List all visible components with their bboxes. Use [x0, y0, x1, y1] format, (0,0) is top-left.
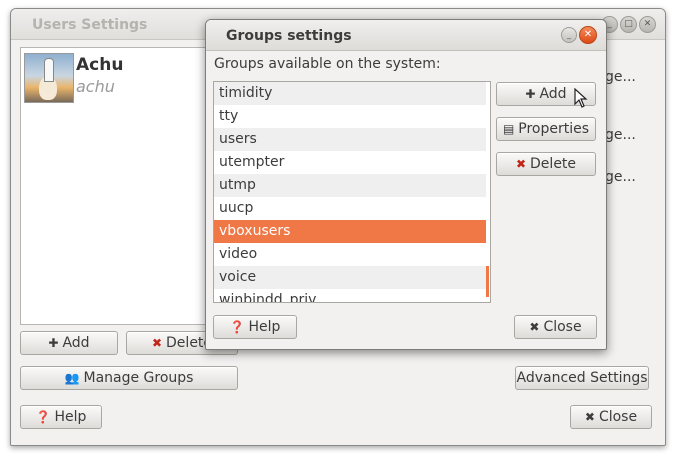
x-icon: ✖ [151, 336, 163, 350]
group-row[interactable]: uucp [214, 197, 486, 220]
groups-available-label: Groups available on the system: [214, 56, 441, 72]
maximize-icon[interactable]: □ [620, 16, 637, 33]
group-row[interactable]: winbindd_priv [214, 289, 486, 302]
groups-settings-dialog: Groups settings _ ✕ Groups available on … [205, 19, 607, 350]
group-row[interactable]: utempter [214, 151, 486, 174]
group-row[interactable]: voice [214, 266, 486, 289]
x-icon: ✖ [515, 157, 527, 171]
delete-group-button[interactable]: ✖ Delete [496, 152, 596, 176]
advanced-settings-button[interactable]: Advanced Settings [515, 366, 649, 390]
help-bubble-icon: ❓ [35, 410, 51, 424]
change-password-label[interactable]: ge... [605, 127, 636, 143]
users-window-title: Users Settings [32, 17, 148, 33]
group-row[interactable]: video [214, 243, 486, 266]
group-row[interactable]: timidity [214, 82, 486, 105]
close-button[interactable]: ✖ Close [570, 405, 652, 429]
user-full-name: Achu [76, 55, 124, 75]
x-icon: ✖ [584, 410, 595, 424]
close-window-icon[interactable]: ✕ [639, 16, 656, 33]
groups-dialog-title: Groups settings [226, 28, 352, 44]
properties-icon: ▤ [502, 122, 515, 136]
group-list[interactable]: timidity tty users utempter utmp uucp vb… [213, 81, 491, 303]
add-user-button[interactable]: ✚ Add [20, 331, 118, 355]
group-list-scrollbar[interactable] [486, 266, 489, 297]
group-row-selected[interactable]: vboxusers [214, 220, 486, 243]
groups-titlebar: Groups settings _ ✕ [206, 20, 606, 51]
group-row[interactable]: users [214, 128, 486, 151]
avatar [24, 53, 74, 103]
user-login-name: achu [76, 77, 115, 96]
user-list-item[interactable]: Achu achu [22, 49, 236, 105]
groups-help-button[interactable]: ❓ Help [213, 315, 297, 339]
plus-icon: ✚ [48, 336, 59, 350]
manage-groups-button[interactable]: 👥 Manage Groups [20, 366, 238, 390]
close-dialog-icon[interactable]: ✕ [579, 26, 597, 44]
change-settings-label[interactable]: ge... [605, 169, 636, 185]
group-row[interactable]: tty [214, 105, 486, 128]
help-bubble-icon: ❓ [229, 320, 245, 334]
group-row[interactable]: utmp [214, 174, 486, 197]
group-properties-button[interactable]: ▤ Properties [496, 117, 596, 141]
plus-icon: ✚ [525, 87, 536, 101]
help-button[interactable]: ❓ Help [20, 405, 102, 429]
change-account-type-label[interactable]: ge... [605, 69, 636, 85]
x-icon: ✖ [529, 320, 540, 334]
group-icon: 👥 [64, 371, 80, 385]
minimize-icon[interactable]: _ [561, 27, 577, 43]
groups-close-button[interactable]: ✖ Close [514, 315, 597, 339]
